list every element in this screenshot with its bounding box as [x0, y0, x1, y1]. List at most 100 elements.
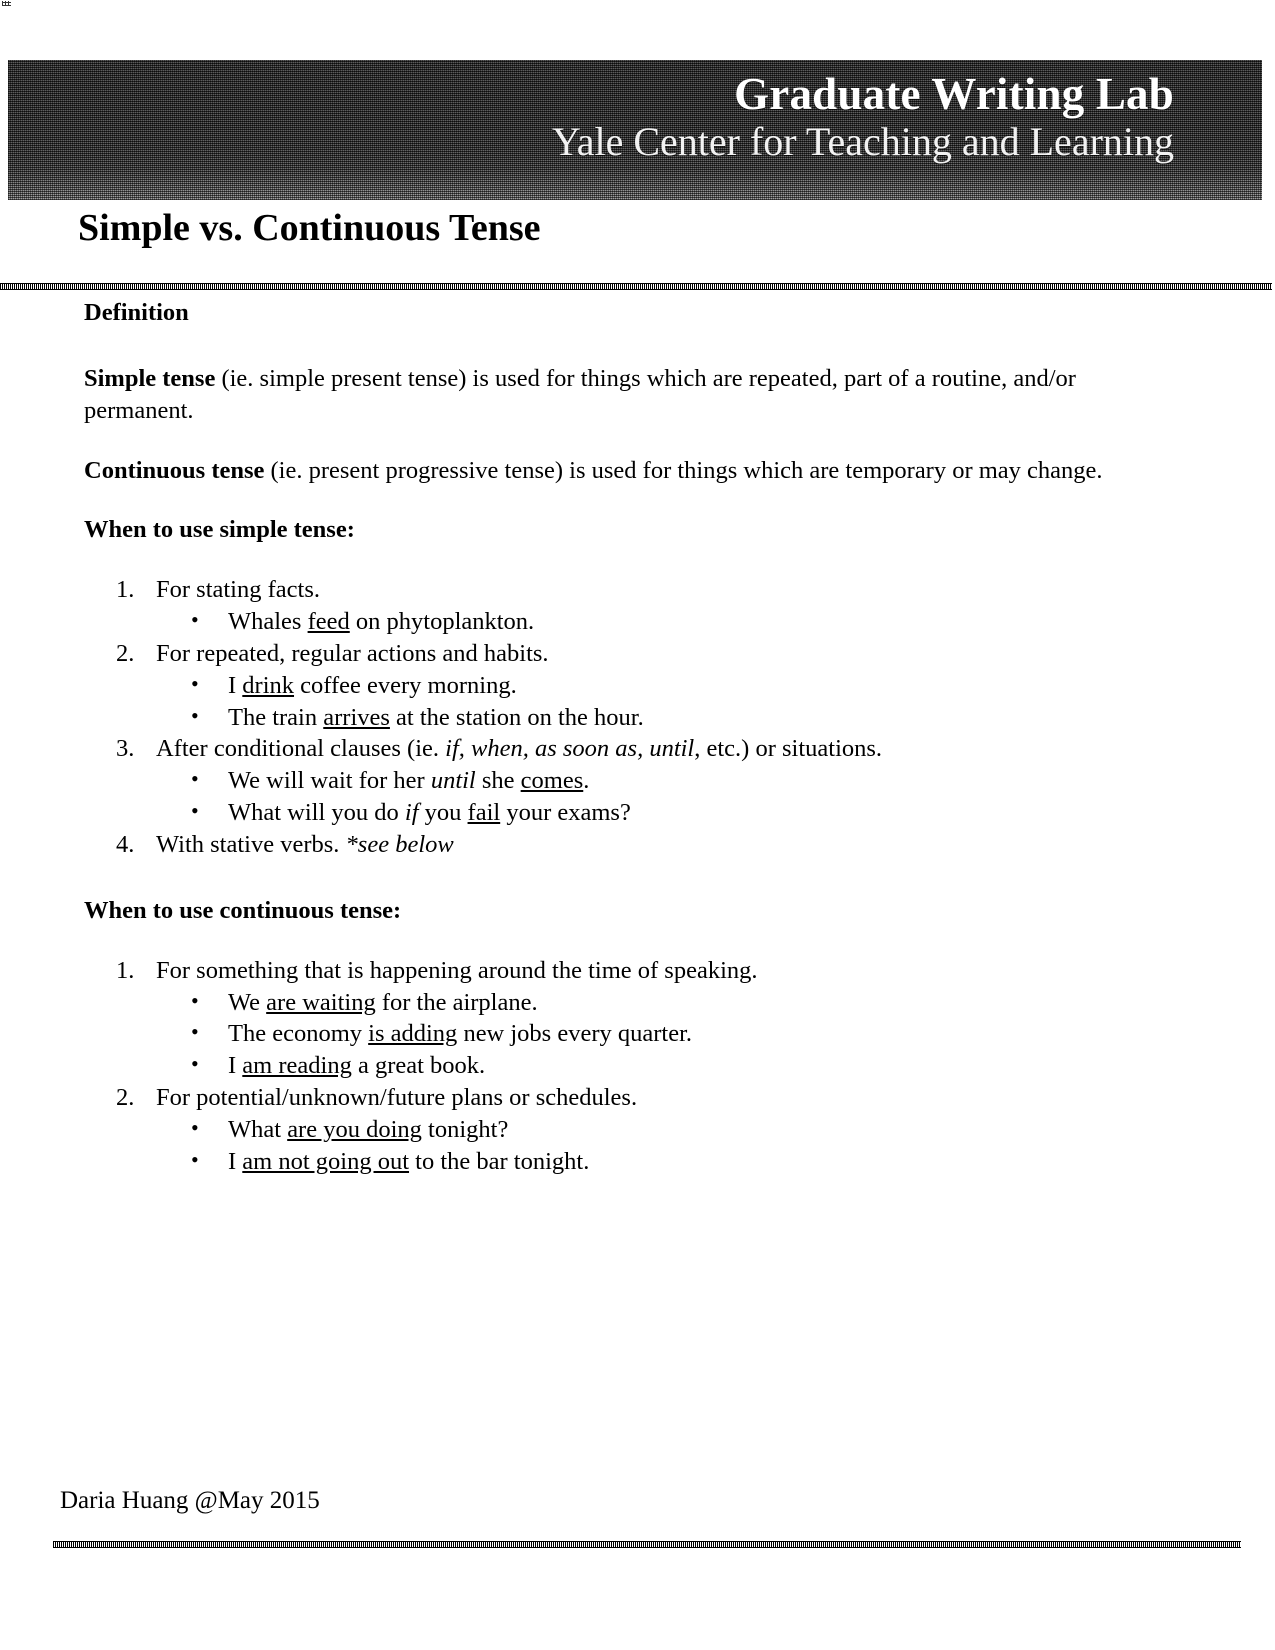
list-item: • I drink coffee every morning.	[156, 670, 1114, 702]
list-number: 2.	[116, 1084, 135, 1112]
bullet-text-post: a great book.	[351, 1052, 486, 1080]
list-item: • We are waiting for the airplane.	[156, 987, 1114, 1019]
sub-bullet-list: • We will wait for her until she comes. …	[156, 765, 1114, 829]
document-body: Definition Simple tense (ie. simple pres…	[84, 297, 1114, 1178]
bullet-text-underlined: comes	[520, 767, 584, 795]
simple-tense-heading: When to use simple tense:	[84, 516, 355, 544]
bullet-text-pre: I	[228, 671, 243, 699]
list-item-text-italic: *see below	[345, 830, 454, 858]
bullet-icon: •	[191, 987, 199, 1013]
bullet-text-post: your exams?	[500, 799, 631, 827]
bullet-text-pre: What will you do	[228, 799, 405, 827]
footer-credit: Daria Huang @May 2015	[60, 1487, 320, 1514]
bullet-text-mid: she	[475, 767, 521, 795]
page-header-banner: Graduate Writing Lab Yale Center for Tea…	[8, 60, 1262, 200]
list-item: • The economy is adding new jobs every q…	[156, 1018, 1114, 1050]
title-divider-rule	[0, 283, 1272, 290]
list-number: 3.	[116, 735, 135, 763]
list-item-text-pre: After conditional clauses (ie.	[156, 735, 446, 763]
list-number: 2.	[116, 639, 135, 667]
bullet-text-pre: The train	[228, 703, 324, 731]
bullet-text-post: at the station on the hour.	[389, 703, 644, 731]
bullet-text-mid: you	[418, 799, 468, 827]
list-item: 1. For something that is happening aroun…	[84, 955, 1114, 1082]
bullet-text-underlined: is adding	[368, 1020, 458, 1048]
bullet-icon: •	[191, 798, 199, 824]
bullet-text-post: to the bar tonight.	[409, 1147, 590, 1175]
footer-divider-rule	[53, 1541, 1241, 1548]
sub-bullet-list: • I drink coffee every morning. • The tr…	[156, 670, 1114, 734]
list-item: • What will you do if you fail your exam…	[156, 797, 1114, 829]
bullet-icon: •	[191, 607, 199, 633]
list-item: 2. For potential/unknown/future plans or…	[84, 1082, 1114, 1178]
bullet-icon: •	[191, 1019, 199, 1045]
bullet-text-underlined: are you doing	[287, 1115, 422, 1143]
definition-simple-text: (ie. simple present tense) is used for t…	[84, 364, 1076, 424]
bullet-text-underlined: arrives	[323, 703, 390, 731]
list-item-text: For potential/unknown/future plans or sc…	[156, 1084, 638, 1112]
bullet-text-pre: We	[228, 988, 267, 1016]
list-number: 4.	[116, 830, 135, 858]
list-item: 1. For stating facts. • Whales feed on p…	[84, 574, 1114, 638]
definition-continuous-term: Continuous tense	[84, 456, 265, 484]
list-item-text: For stating facts.	[156, 576, 320, 604]
bullet-text-pre: I	[228, 1052, 243, 1080]
bullet-text-pre: We will wait for her	[228, 767, 431, 795]
list-item: 4. With stative verbs. *see below	[84, 829, 1114, 861]
bullet-text-italic: until	[430, 767, 476, 795]
scan-artifact	[2, 1, 11, 6]
bullet-text-underlined: fail	[467, 799, 501, 827]
bullet-text-pre: What	[228, 1115, 288, 1143]
bullet-icon: •	[191, 766, 199, 792]
continuous-tense-heading: When to use continuous tense:	[84, 896, 402, 924]
bullet-icon: •	[191, 670, 199, 696]
bullet-icon: •	[191, 1146, 199, 1172]
continuous-tense-list: 1. For something that is happening aroun…	[84, 955, 1114, 1178]
bullet-text-post: on phytoplankton.	[349, 608, 535, 636]
brand-title: Graduate Writing Lab	[734, 69, 1174, 119]
definition-continuous-paragraph: Continuous tense (ie. present progressiv…	[84, 455, 1114, 487]
bullet-text-post: coffee every morning.	[294, 671, 517, 699]
bullet-text-underlined: are waiting	[266, 988, 376, 1016]
bullet-icon: •	[191, 702, 199, 728]
list-item-text: For repeated, regular actions and habits…	[156, 639, 549, 667]
list-number: 1.	[116, 956, 135, 984]
definition-simple-paragraph: Simple tense (ie. simple present tense) …	[84, 363, 1114, 427]
bullet-text-underlined: am not going out	[242, 1147, 410, 1175]
list-item: • We will wait for her until she comes.	[156, 765, 1114, 797]
sub-bullet-list: • We are waiting for the airplane. • The…	[156, 987, 1114, 1083]
bullet-text-underlined: drink	[242, 671, 295, 699]
sub-bullet-list: • Whales feed on phytoplankton.	[156, 606, 1114, 638]
bullet-text-italic: if	[404, 799, 419, 827]
page-title: Simple vs. Continuous Tense	[78, 207, 541, 249]
list-item: • I am not going out to the bar tonight.	[156, 1146, 1114, 1178]
bullet-text-underlined: feed	[307, 608, 350, 636]
list-item: • I am reading a great book.	[156, 1050, 1114, 1082]
bullet-text-pre: I	[228, 1147, 243, 1175]
sub-bullet-list: • What are you doing tonight? • I am not…	[156, 1114, 1114, 1178]
bullet-text-underlined: am reading	[242, 1052, 352, 1080]
bullet-text-post: tonight?	[421, 1115, 509, 1143]
bullet-text-pre: The economy	[228, 1020, 369, 1048]
brand-subtitle: Yale Center for Teaching and Learning	[551, 118, 1174, 164]
definition-continuous-text: (ie. present progressive tense) is used …	[264, 456, 1103, 484]
list-item-text-italic: if, when, as soon as, until	[445, 735, 695, 763]
bullet-icon: •	[191, 1114, 199, 1140]
list-item: • The train arrives at the station on th…	[156, 702, 1114, 734]
definition-heading: Definition	[84, 299, 189, 326]
list-item: • What are you doing tonight?	[156, 1114, 1114, 1146]
bullet-icon: •	[191, 1051, 199, 1077]
list-item: 2. For repeated, regular actions and hab…	[84, 638, 1114, 734]
bullet-text-post: for the airplane.	[375, 988, 538, 1016]
list-item-text-pre: With stative verbs.	[156, 830, 346, 858]
list-item: 3. After conditional clauses (ie. if, wh…	[84, 733, 1114, 829]
list-number: 1.	[116, 576, 135, 604]
definition-simple-term: Simple tense	[84, 364, 216, 392]
bullet-text-post: .	[583, 767, 590, 795]
